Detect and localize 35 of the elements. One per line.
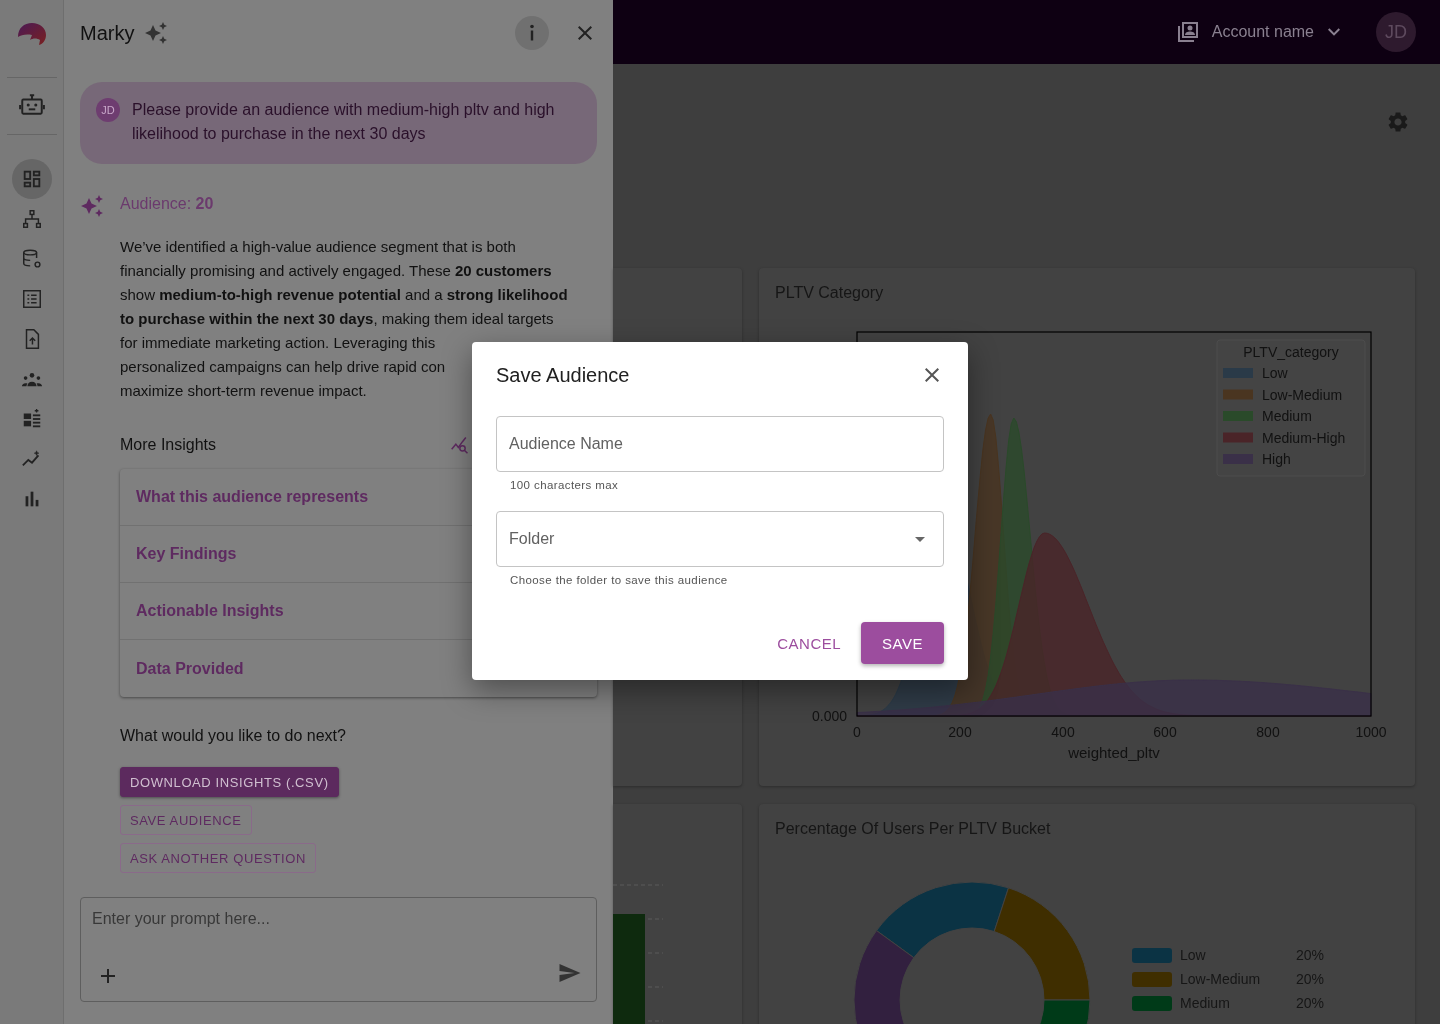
caret-icon (915, 536, 925, 542)
sparkle-icon (144, 21, 169, 45)
user-avatar: JD (96, 98, 120, 122)
account-name[interactable]: Account name (1211, 23, 1314, 41)
message-text: Please provide an audience with medium-high pltv and high likelihood to purchase in the next 30 days (132, 100, 556, 144)
robot-icon[interactable] (18, 92, 45, 118)
cancel-button[interactable]: CANCEL (769, 622, 850, 664)
logo-icon (15, 22, 48, 46)
chevron-down-icon[interactable] (1328, 28, 1340, 36)
assistant-title: Marky (80, 21, 135, 45)
action-button[interactable]: ASK ANOTHER QUESTION (120, 843, 316, 873)
insights-title: More Insights (120, 436, 217, 454)
send-icon[interactable] (559, 964, 581, 982)
insight-item[interactable]: Data Provided (120, 640, 597, 697)
list-icon (20, 288, 43, 310)
prompt-field[interactable]: Enter your prompt here... (80, 897, 597, 1002)
response-text: for immediate marketing action. Leveraging this personalized campaigns can help drive rapid con maximize short-term revenue impact. (120, 333, 446, 401)
account-icon (1177, 22, 1198, 42)
hierarchy-icon (20, 208, 43, 230)
add-icon[interactable] (101, 969, 115, 983)
action-button[interactable]: DOWNLOAD INSIGHTS (.CSV) (120, 767, 339, 797)
audience-count: Audience: 20 (120, 194, 215, 214)
next-step-question: What would you like to do next? (120, 727, 347, 745)
nav-item[interactable] (11, 159, 52, 199)
info-icon (529, 24, 535, 42)
action-button[interactable]: SAVE AUDIENCE (120, 805, 252, 835)
dialog-title: Save Audience (496, 363, 630, 387)
info-button[interactable] (515, 16, 549, 50)
save-button[interactable]: SAVE (861, 622, 944, 664)
folder-select[interactable]: Folder (496, 511, 944, 567)
close-icon (925, 368, 939, 382)
insights-icon (450, 435, 470, 455)
name-field[interactable]: Audience Name (496, 416, 944, 472)
database-icon (20, 248, 43, 270)
sparkle-icon (80, 194, 104, 218)
